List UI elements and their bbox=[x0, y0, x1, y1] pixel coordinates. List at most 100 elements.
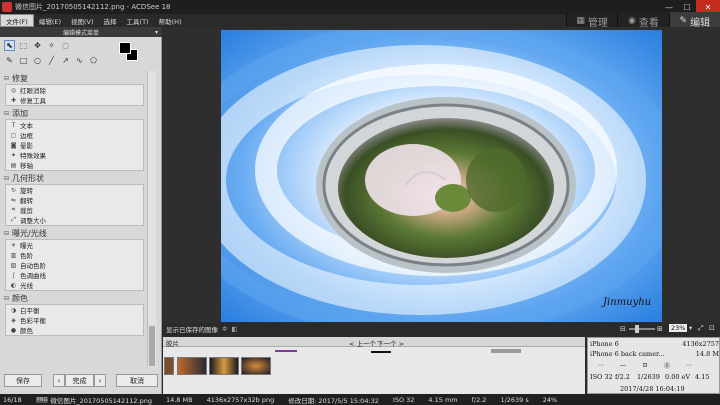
pointer-tool-icon[interactable]: ⬉ bbox=[4, 40, 15, 51]
tool-rotate[interactable]: ↻ 旋转 bbox=[6, 185, 143, 196]
section-header[interactable]: ⊟ 几何形状 bbox=[0, 173, 146, 184]
status-aperture: f/2.2 bbox=[471, 395, 487, 404]
tool-border[interactable]: ▢ 边框 bbox=[6, 130, 143, 141]
next-arrow-button[interactable]: › bbox=[94, 374, 106, 387]
filmstrip-thumbnail[interactable] bbox=[164, 357, 174, 375]
status-shutter: 1/2639 s bbox=[500, 395, 529, 404]
tool-text[interactable]: T 文本 bbox=[6, 120, 143, 131]
collapse-icon: ⊟ bbox=[4, 110, 10, 117]
status-filename: 微信图片_20170505142112.png bbox=[50, 396, 152, 405]
filmstrip-thumbnail[interactable] bbox=[241, 357, 271, 375]
polygon-tool-icon[interactable]: ⬠ bbox=[88, 55, 99, 66]
lasso-tool-icon[interactable]: ◌ bbox=[60, 40, 71, 51]
tool-exposure[interactable]: ☀ 曝光 bbox=[6, 240, 143, 251]
section-header[interactable]: ⊟ 修复 bbox=[0, 73, 146, 84]
edited-photo[interactable]: Jinmuyhu bbox=[221, 30, 662, 322]
resize-icon: ⤢ bbox=[11, 216, 16, 223]
zoom-level[interactable]: 23% bbox=[669, 324, 688, 332]
filmstrip-thumbnail[interactable] bbox=[209, 357, 239, 375]
exposure-bias: 0.00 eV bbox=[665, 373, 691, 381]
file-size: 14.8 M bbox=[695, 350, 719, 358]
tool-color[interactable]: ● 颜色 bbox=[6, 325, 143, 336]
prev-arrow-button[interactable]: ‹ bbox=[53, 374, 65, 387]
section-geometry: ⊟ 几何形状 ↻ 旋转 ⇋ 翻转 ⌗ 裁剪 ⤢ 调整大小 bbox=[0, 173, 146, 226]
effects-icon: ✦ bbox=[10, 151, 17, 159]
menu-help[interactable]: 帮助(H) bbox=[154, 14, 187, 27]
cancel-button[interactable]: 取消 bbox=[116, 374, 158, 387]
foreground-color-swatch[interactable] bbox=[119, 42, 131, 54]
zoom-slider[interactable] bbox=[629, 328, 655, 330]
move-tool-icon[interactable]: ✥ bbox=[32, 40, 43, 51]
tool-crop[interactable]: ⌗ 裁剪 bbox=[6, 205, 143, 215]
bandage-icon: ✚ bbox=[10, 96, 17, 104]
menu-tools[interactable]: 工具(T) bbox=[122, 14, 154, 27]
menu-file[interactable]: 文件(F) bbox=[0, 14, 34, 27]
tool-lighting[interactable]: ◐ 光线 bbox=[6, 280, 143, 291]
collapse-icon: ⊟ bbox=[4, 230, 10, 237]
ellipse-tool-icon[interactable]: ○ bbox=[32, 55, 43, 66]
tool-tilt-shift[interactable]: ▤ 移轴 bbox=[6, 160, 143, 171]
border-icon: ▢ bbox=[10, 131, 17, 139]
arrow-tool-icon[interactable]: ↗ bbox=[60, 55, 71, 66]
tool-repair[interactable]: ✚ 修复工具 bbox=[6, 95, 143, 106]
status-focal: 4.15 mm bbox=[428, 395, 458, 404]
tool-red-eye[interactable]: ◎ 红眼消除 bbox=[6, 85, 143, 96]
filmstrip-thumbnail[interactable] bbox=[177, 357, 207, 375]
zoom-out-icon[interactable]: ⊟ bbox=[620, 325, 626, 333]
tool-white-balance[interactable]: ◑ 白平衡 bbox=[6, 305, 143, 316]
filmstrip-marker bbox=[275, 350, 297, 352]
zoom-slider-thumb[interactable] bbox=[635, 325, 639, 333]
tool-vignette[interactable]: ◙ 晕影 bbox=[6, 140, 143, 151]
panel-scrollbar[interactable] bbox=[147, 71, 156, 367]
status-zoom: 24% bbox=[542, 395, 558, 404]
magic-wand-tool-icon[interactable]: ✧ bbox=[46, 40, 57, 51]
saved-image-caption: 显示已保存的图像 bbox=[166, 326, 218, 334]
tool-auto-levels[interactable]: ▧ 自动色阶 bbox=[6, 260, 143, 271]
edit-tools-list: ⊟ 修复 ◎ 红眼消除 ✚ 修复工具 ⊟ 添加 T 文本 ▢ 边框 ◙ 晕影 ✦ 特殊效果 ▤ 移… bbox=[0, 71, 146, 353]
collapse-icon: ⊟ bbox=[4, 75, 10, 82]
section-header[interactable]: ⊟ 添加 bbox=[0, 108, 146, 119]
marquee-tool-icon[interactable]: ⬚ bbox=[18, 40, 29, 51]
tool-resize[interactable]: ⤢ 调整大小 bbox=[6, 215, 143, 225]
zoom-in-icon[interactable]: ⊞ bbox=[657, 325, 663, 333]
section-repair: ⊟ 修复 ◎ 红眼消除 ✚ 修复工具 bbox=[0, 73, 146, 106]
rectangle-tool-icon[interactable]: □ bbox=[18, 55, 29, 66]
tool-flip[interactable]: ⇋ 翻转 bbox=[6, 195, 143, 206]
done-button[interactable]: 完成 bbox=[65, 374, 94, 387]
compare-icon[interactable]: ◧ bbox=[231, 325, 237, 333]
auto-levels-icon: ▧ bbox=[10, 261, 17, 269]
metering-icon: ⋯ bbox=[598, 361, 604, 369]
actual-size-icon[interactable]: ⊡ bbox=[709, 324, 715, 332]
tool-levels[interactable]: ▥ 色阶 bbox=[6, 250, 143, 261]
text-icon: T bbox=[11, 121, 16, 129]
tiny-planet-image: Jinmuyhu bbox=[221, 30, 662, 322]
tool-tone-curve[interactable]: ∫ 色调曲线 bbox=[6, 270, 143, 281]
section-header[interactable]: ⊟ 曝光/光线 bbox=[0, 228, 146, 239]
scrollbar-thumb[interactable] bbox=[149, 326, 155, 366]
grid-icon: ▦ bbox=[576, 16, 585, 26]
menu-edit[interactable]: 编辑(E) bbox=[34, 14, 66, 27]
line-tool-icon[interactable]: ╱ bbox=[46, 55, 57, 66]
rotate-icon: ↻ bbox=[10, 186, 17, 194]
section-header[interactable]: ⊟ 颜色 bbox=[0, 293, 146, 304]
eye-icon: ◎ bbox=[10, 86, 17, 94]
color-balance-icon: ◈ bbox=[11, 316, 16, 324]
window-title: 微信图片_20170505142112.png - ACDSee 18 bbox=[15, 3, 171, 11]
app-icon bbox=[2, 2, 12, 12]
panel-header[interactable]: 编辑模式菜单 ▾ bbox=[0, 27, 162, 37]
white-balance-icon: ⓪ bbox=[663, 362, 670, 370]
chevron-down-icon[interactable]: ▾ bbox=[689, 324, 692, 332]
capture-datetime: 2017/4/28 16:04:19 bbox=[620, 385, 685, 393]
menu-view[interactable]: 视图(V) bbox=[66, 14, 99, 27]
gear-icon[interactable]: ✲ bbox=[222, 325, 227, 333]
curve-tool-icon[interactable]: ∿ bbox=[74, 55, 85, 66]
curve-icon: ∫ bbox=[11, 271, 16, 279]
section-add: ⊟ 添加 T 文本 ▢ 边框 ◙ 晕影 ✦ 特殊效果 ▤ 移轴 bbox=[0, 108, 146, 171]
crop-icon: ⌗ bbox=[11, 206, 16, 213]
tool-color-balance[interactable]: ◈ 色彩平衡 bbox=[6, 315, 143, 326]
tool-special-effects[interactable]: ✦ 特殊效果 bbox=[6, 150, 143, 161]
brush-tool-icon[interactable]: ✎ bbox=[4, 55, 15, 66]
save-button[interactable]: 保存 bbox=[4, 374, 42, 387]
menu-select[interactable]: 选择 bbox=[99, 14, 122, 27]
fit-screen-icon[interactable]: ⤢ bbox=[698, 324, 704, 333]
